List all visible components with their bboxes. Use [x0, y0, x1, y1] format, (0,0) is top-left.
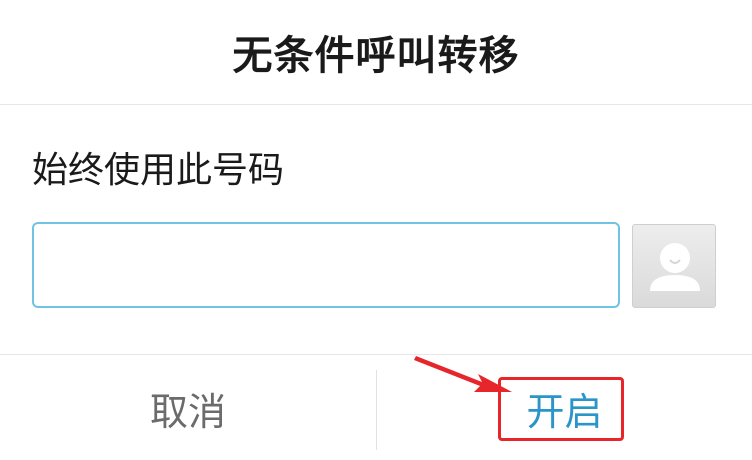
- call-forwarding-dialog: 无条件呼叫转移 始终使用此号码 取消 开启: [0, 0, 752, 460]
- cancel-button[interactable]: 取消: [0, 356, 376, 460]
- contact-avatar-icon: [650, 243, 700, 291]
- forward-number-input[interactable]: [32, 222, 620, 308]
- enable-button[interactable]: 开启: [377, 356, 752, 460]
- phone-field-label: 始终使用此号码: [32, 150, 285, 191]
- dialog-header: 无条件呼叫转移: [0, 0, 752, 105]
- dialog-title: 无条件呼叫转移: [232, 33, 520, 79]
- contact-picker-button[interactable]: [632, 224, 716, 308]
